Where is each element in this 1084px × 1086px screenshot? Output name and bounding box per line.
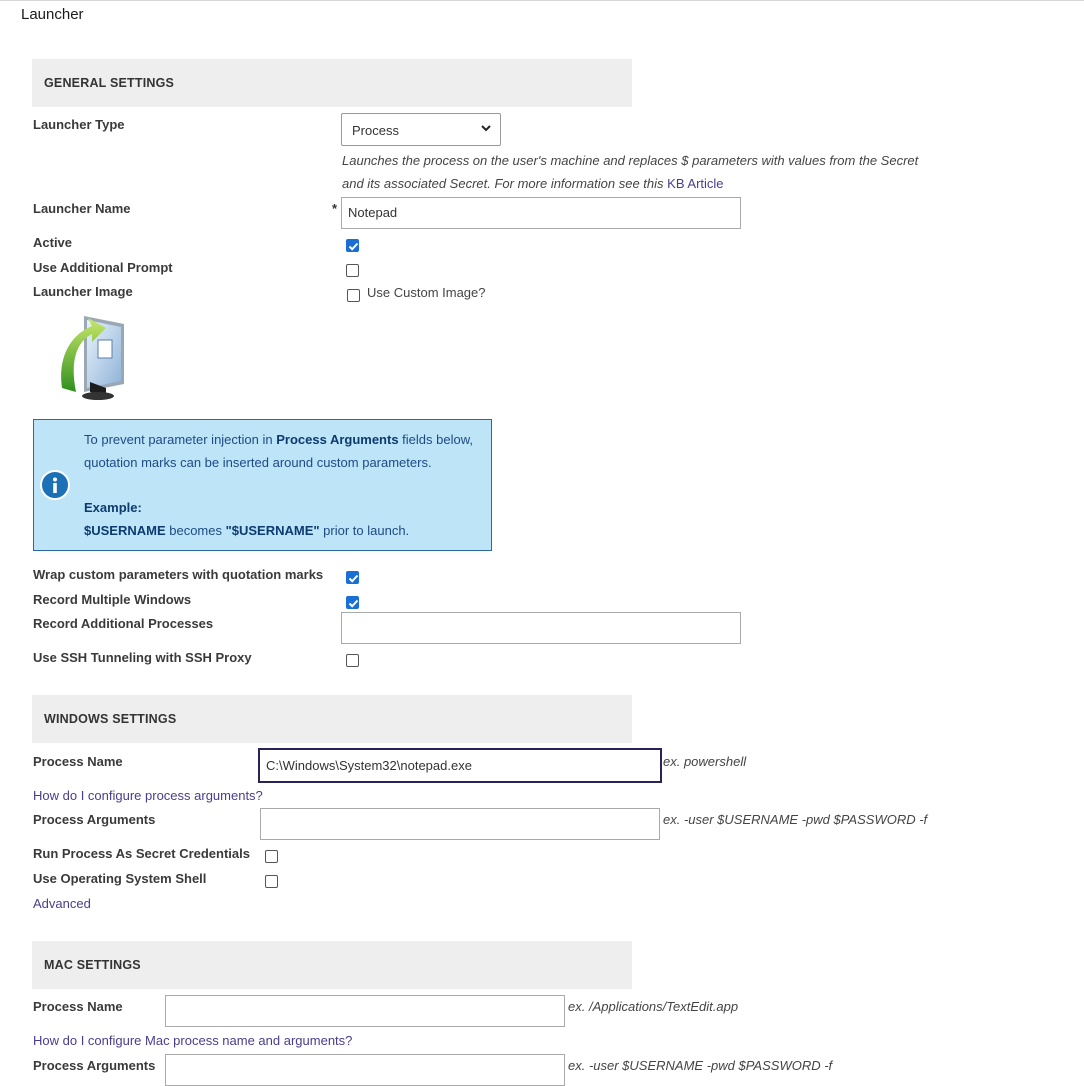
additional-prompt-label: Use Additional Prompt: [33, 260, 173, 275]
run-as-secret-checkbox[interactable]: [265, 850, 278, 863]
wrap-quotes-checkbox[interactable]: [346, 571, 359, 584]
custom-image-checkbox[interactable]: [347, 289, 360, 302]
info-example-quoted: "$USERNAME": [225, 523, 320, 538]
top-divider: [0, 0, 1084, 1]
wrap-quotes-label: Wrap custom parameters with quotation ma…: [33, 567, 324, 582]
ssh-tunneling-checkbox[interactable]: [346, 654, 359, 667]
kb-article-link[interactable]: KB Article: [667, 176, 723, 191]
info-line-1-post: fields below,: [398, 432, 473, 447]
os-shell-checkbox[interactable]: [265, 875, 278, 888]
mac-settings-title: MAC SETTINGS: [44, 958, 141, 972]
record-windows-checkbox[interactable]: [346, 596, 359, 609]
info-line-2: quotation marks can be inserted around c…: [84, 455, 432, 470]
general-settings-header: GENERAL SETTINGS: [32, 59, 632, 107]
mac-process-name-hint: ex. /Applications/TextEdit.app: [568, 999, 739, 1014]
info-line-1-bold: Process Arguments: [276, 432, 399, 447]
mac-process-name-label: Process Name: [33, 999, 123, 1014]
record-processes-label: Record Additional Processes: [33, 616, 214, 631]
os-shell-label: Use Operating System Shell: [33, 871, 207, 886]
run-as-secret-label: Run Process As Secret Credentials: [33, 846, 250, 861]
advanced-link[interactable]: Advanced: [33, 896, 91, 911]
custom-image-label: Use Custom Image?: [367, 285, 486, 300]
mac-process-arguments-input[interactable]: [165, 1054, 565, 1086]
windows-process-name-label: Process Name: [33, 754, 123, 769]
launcher-type-label: Launcher Type: [33, 117, 125, 132]
configure-mac-process-link[interactable]: How do I configure Mac process name and …: [33, 1033, 352, 1048]
mac-settings-header: MAC SETTINGS: [32, 941, 632, 989]
info-icon: [40, 470, 70, 500]
windows-process-name-hint: ex. powershell: [663, 754, 747, 769]
mac-process-name-input[interactable]: [165, 995, 565, 1027]
windows-process-arguments-hint: ex. -user $USERNAME -pwd $PASSWORD -f: [663, 812, 928, 827]
checkmark-icon: [348, 599, 359, 608]
info-line-1-pre: To prevent parameter injection in: [84, 432, 277, 447]
mac-process-arguments-hint: ex. -user $USERNAME -pwd $PASSWORD -f: [568, 1058, 833, 1073]
info-example-var: $USERNAME: [84, 523, 166, 538]
windows-settings-title: WINDOWS SETTINGS: [44, 712, 177, 726]
launcher-type-select[interactable]: Process: [341, 113, 501, 146]
mac-process-arguments-label: Process Arguments: [33, 1058, 156, 1073]
ssh-tunneling-label: Use SSH Tunneling with SSH Proxy: [33, 650, 252, 665]
launcher-image-label: Launcher Image: [33, 284, 133, 299]
active-checkbox[interactable]: [346, 239, 359, 252]
info-example-post: prior to launch.: [319, 523, 410, 538]
active-label: Active: [33, 235, 73, 250]
windows-process-name-input[interactable]: C:\Windows\System32\notepad.exe: [258, 748, 662, 783]
general-settings-title: GENERAL SETTINGS: [44, 76, 175, 90]
launcher-type-description-text: and its associated Secret. For more info…: [342, 176, 664, 191]
info-line-1: To prevent parameter injection in Proces…: [84, 432, 473, 447]
windows-process-arguments-input[interactable]: [260, 808, 660, 840]
page-title: Launcher: [21, 6, 84, 23]
checkmark-icon: [348, 242, 359, 251]
required-marker: *: [332, 201, 338, 216]
launcher-name-input[interactable]: Notepad: [341, 197, 741, 229]
quotation-info-box: To prevent parameter injection in Proces…: [33, 419, 492, 551]
chevron-down-icon: [481, 125, 491, 132]
launcher-process-icon: [61, 316, 124, 400]
additional-prompt-checkbox[interactable]: [346, 264, 359, 277]
checkmark-icon: [348, 574, 359, 583]
windows-process-arguments-label: Process Arguments: [33, 812, 156, 827]
launcher-name-label: Launcher Name: [33, 201, 131, 216]
launcher-type-value: Process: [352, 123, 399, 138]
info-example-label: Example:: [84, 500, 142, 515]
configure-process-arguments-link[interactable]: How do I configure process arguments?: [33, 788, 263, 803]
info-example-line: $USERNAME becomes "$USERNAME" prior to l…: [84, 523, 409, 538]
launcher-type-description-2: and its associated Secret. For more info…: [342, 176, 724, 191]
info-glyph: [53, 477, 57, 493]
launcher-type-description-1: Launches the process on the user's machi…: [342, 153, 919, 168]
windows-settings-header: WINDOWS SETTINGS: [32, 695, 632, 743]
record-processes-input[interactable]: [341, 612, 741, 644]
info-example-mid: becomes: [165, 523, 226, 538]
record-windows-label: Record Multiple Windows: [33, 592, 192, 607]
